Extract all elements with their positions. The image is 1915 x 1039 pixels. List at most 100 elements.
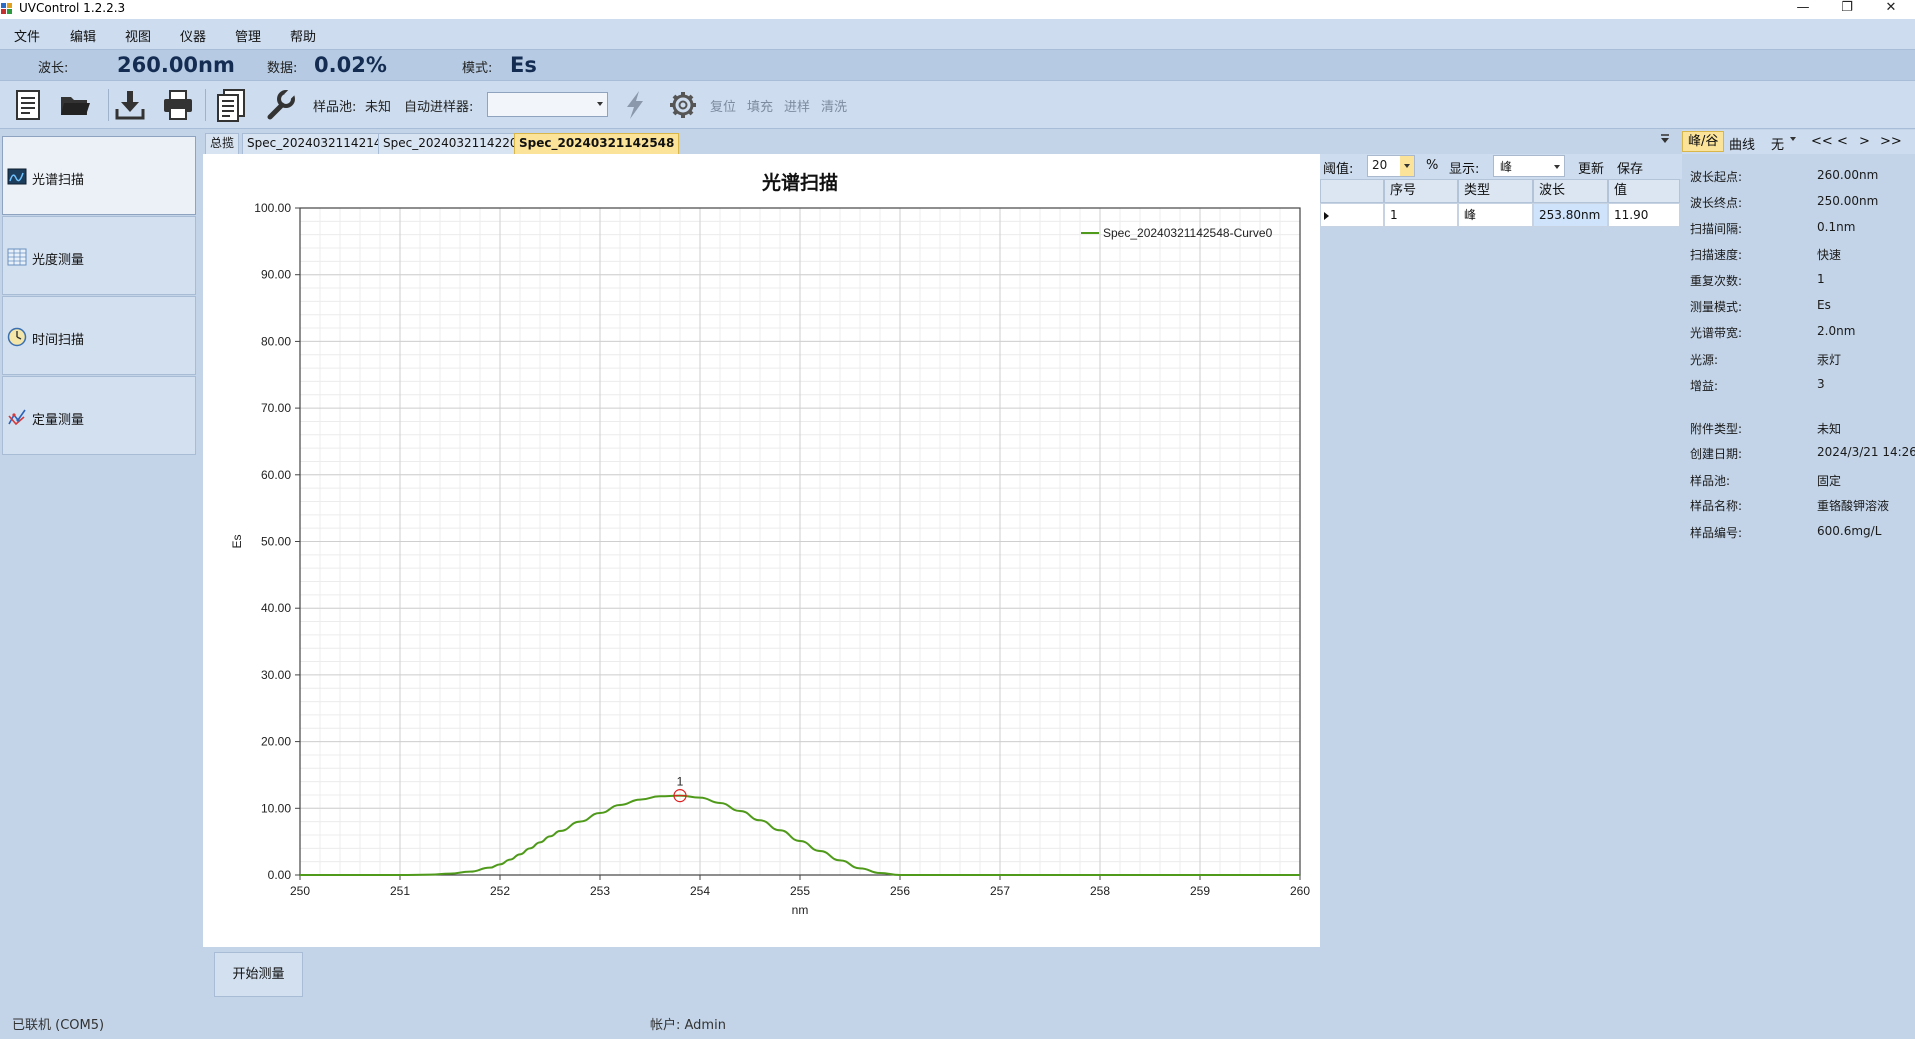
- info-row: 光谱带宽: 2.0nm: [1690, 324, 1856, 340]
- last-button[interactable]: >>: [1880, 134, 1902, 149]
- menu-help[interactable]: 帮助: [290, 26, 316, 45]
- table-cell-index[interactable]: 1: [1384, 203, 1458, 227]
- data-value: 0.02%: [314, 53, 387, 77]
- info-row: 创建日期: 2024/3/21 14:26: [1690, 445, 1915, 461]
- display-select[interactable]: 峰: [1493, 155, 1565, 177]
- spectrum-info-panel: 波长起点: 260.00nm 波长终点: 250.00nm 扫描间隔: 0.1nm 扫…: [1682, 155, 1915, 955]
- chevron-down-icon: [1404, 164, 1410, 168]
- toolbar-separator: [108, 89, 109, 121]
- row-selector[interactable]: [1320, 203, 1384, 227]
- nav-quantitative[interactable]: 定量测量: [2, 376, 196, 455]
- chart-title: 光谱扫描: [761, 171, 838, 194]
- x-tick-label: 257: [990, 884, 1010, 898]
- tab-spec-142209[interactable]: Spec_20240321142209: [378, 133, 531, 154]
- table-cell-value[interactable]: 11.90: [1608, 203, 1680, 227]
- curve-select[interactable]: 无: [1771, 134, 1784, 153]
- wrench-icon[interactable]: [262, 87, 298, 123]
- update-button[interactable]: 更新: [1578, 158, 1604, 177]
- clean-button[interactable]: 清洗: [821, 96, 847, 115]
- close-button[interactable]: ✕: [1869, 0, 1913, 19]
- tab-peak-valley[interactable]: 峰/谷: [1682, 131, 1725, 152]
- nav-spectrum-scan[interactable]: 光谱扫描: [2, 136, 196, 215]
- info-row: 扫描速度: 快速: [1690, 248, 1842, 262]
- x-tick-label: 256: [890, 884, 910, 898]
- x-tick-label: 258: [1090, 884, 1110, 898]
- open-folder-icon[interactable]: [57, 87, 93, 123]
- y-tick-label: 70.00: [261, 401, 291, 415]
- info-row: 样品池: 固定: [1690, 474, 1842, 488]
- tab-spec-142148[interactable]: Spec_20240321142148: [242, 133, 395, 154]
- toolbar-separator: [205, 89, 206, 121]
- table-header-index[interactable]: 序号: [1384, 179, 1458, 203]
- fill-button[interactable]: 填充: [747, 96, 773, 115]
- info-row: 增益: 3: [1690, 377, 1825, 393]
- info-row: 波长起点: 260.00nm: [1690, 168, 1879, 184]
- save-button[interactable]: 保存: [1617, 158, 1643, 177]
- autosampler-select[interactable]: [487, 92, 608, 117]
- lightning-icon[interactable]: [617, 87, 653, 123]
- threshold-dropdown[interactable]: [1400, 156, 1414, 176]
- reset-button[interactable]: 复位: [710, 96, 736, 115]
- spectrum-chart[interactable]: 250 251 252 253 254 255 256 257 258 259 260 0.00 10.…: [203, 154, 1320, 947]
- menu-view[interactable]: 视图: [125, 26, 151, 45]
- left-nav-panel: 光谱扫描 光度测量 时间扫描 定量测量: [0, 132, 198, 460]
- y-tick-label: 20.00: [261, 735, 291, 749]
- menu-file[interactable]: 文件: [14, 26, 40, 45]
- x-tick-label: 254: [690, 884, 710, 898]
- restore-button[interactable]: ❐: [1825, 0, 1869, 19]
- nav-photometric[interactable]: 光度测量: [2, 216, 196, 295]
- table-header-type[interactable]: 类型: [1458, 179, 1533, 203]
- new-document-icon[interactable]: [10, 87, 46, 123]
- table-header-value[interactable]: 值: [1608, 179, 1680, 203]
- table-cell-type[interactable]: 峰: [1458, 203, 1533, 227]
- y-tick-label: 100.00: [254, 201, 291, 215]
- menu-instrument[interactable]: 仪器: [180, 26, 206, 45]
- connection-status: 已联机 (COM5): [12, 1018, 105, 1033]
- menu-edit[interactable]: 编辑: [70, 26, 96, 45]
- app-icon: [1, 3, 12, 14]
- wavelength-value: 260.00nm: [117, 53, 235, 77]
- menu-manage[interactable]: 管理: [235, 26, 261, 45]
- tab-spec-142548[interactable]: Spec_20240321142548: [514, 133, 680, 154]
- y-tick-label: 40.00: [261, 601, 291, 615]
- table-header-wavelength[interactable]: 波长: [1533, 179, 1608, 203]
- threshold-label: 阈值:: [1323, 162, 1354, 177]
- next-button[interactable]: >: [1859, 134, 1870, 149]
- gear-icon[interactable]: [665, 87, 701, 123]
- data-label: 数据:: [267, 61, 298, 76]
- collapse-icon[interactable]: [1660, 133, 1670, 148]
- row-pointer-icon: [1324, 212, 1329, 220]
- tab-overview[interactable]: 总揽: [205, 133, 240, 154]
- display-value: 峰: [1500, 160, 1513, 174]
- title-bar: UVControl 1.2.2.3 — ❐ ✕: [0, 0, 1915, 19]
- nav-time-scan[interactable]: 时间扫描: [2, 296, 196, 375]
- wavelength-label: 波长:: [38, 61, 69, 76]
- info-row: 光源: 汞灯: [1690, 353, 1842, 367]
- prev-button[interactable]: <: [1837, 134, 1848, 149]
- table-cell-wavelength[interactable]: 253.80nm: [1533, 203, 1608, 227]
- autosampler-label: 自动进样器:: [404, 100, 474, 115]
- tab-curve[interactable]: 曲线: [1729, 134, 1755, 153]
- info-row: 测量模式: Es: [1690, 298, 1831, 314]
- x-tick-label: 253: [590, 884, 610, 898]
- threshold-input[interactable]: 20: [1367, 155, 1415, 177]
- report-icon[interactable]: [213, 87, 249, 123]
- print-icon[interactable]: [160, 87, 196, 123]
- mode-label: 模式:: [462, 61, 493, 76]
- x-tick-label: 250: [290, 884, 310, 898]
- reading-bar: 波长: 260.00nm 数据: 0.02% 模式: Es: [0, 49, 1915, 81]
- feed-button[interactable]: 进样: [784, 96, 810, 115]
- x-tick-label: 260: [1290, 884, 1310, 898]
- download-icon[interactable]: [112, 87, 148, 123]
- sample-cell-label: 样品池:: [313, 100, 357, 115]
- peak-toolbar: 阈值: 20 % 显示: 峰 更新 保存: [1320, 154, 1682, 179]
- minimize-button[interactable]: —: [1781, 0, 1825, 19]
- first-button[interactable]: <<: [1811, 134, 1833, 149]
- chevron-down-icon: [1790, 137, 1796, 141]
- document-tabs: 总揽 Spec_20240321142148 Spec_202403211422…: [203, 132, 1323, 154]
- info-row: 附件类型: 未知: [1690, 422, 1842, 436]
- y-tick-label: 80.00: [261, 334, 291, 348]
- account-status: 帐户: Admin: [650, 1018, 726, 1033]
- y-tick-label: 60.00: [261, 468, 291, 482]
- start-measurement-button[interactable]: 开始测量: [214, 952, 303, 997]
